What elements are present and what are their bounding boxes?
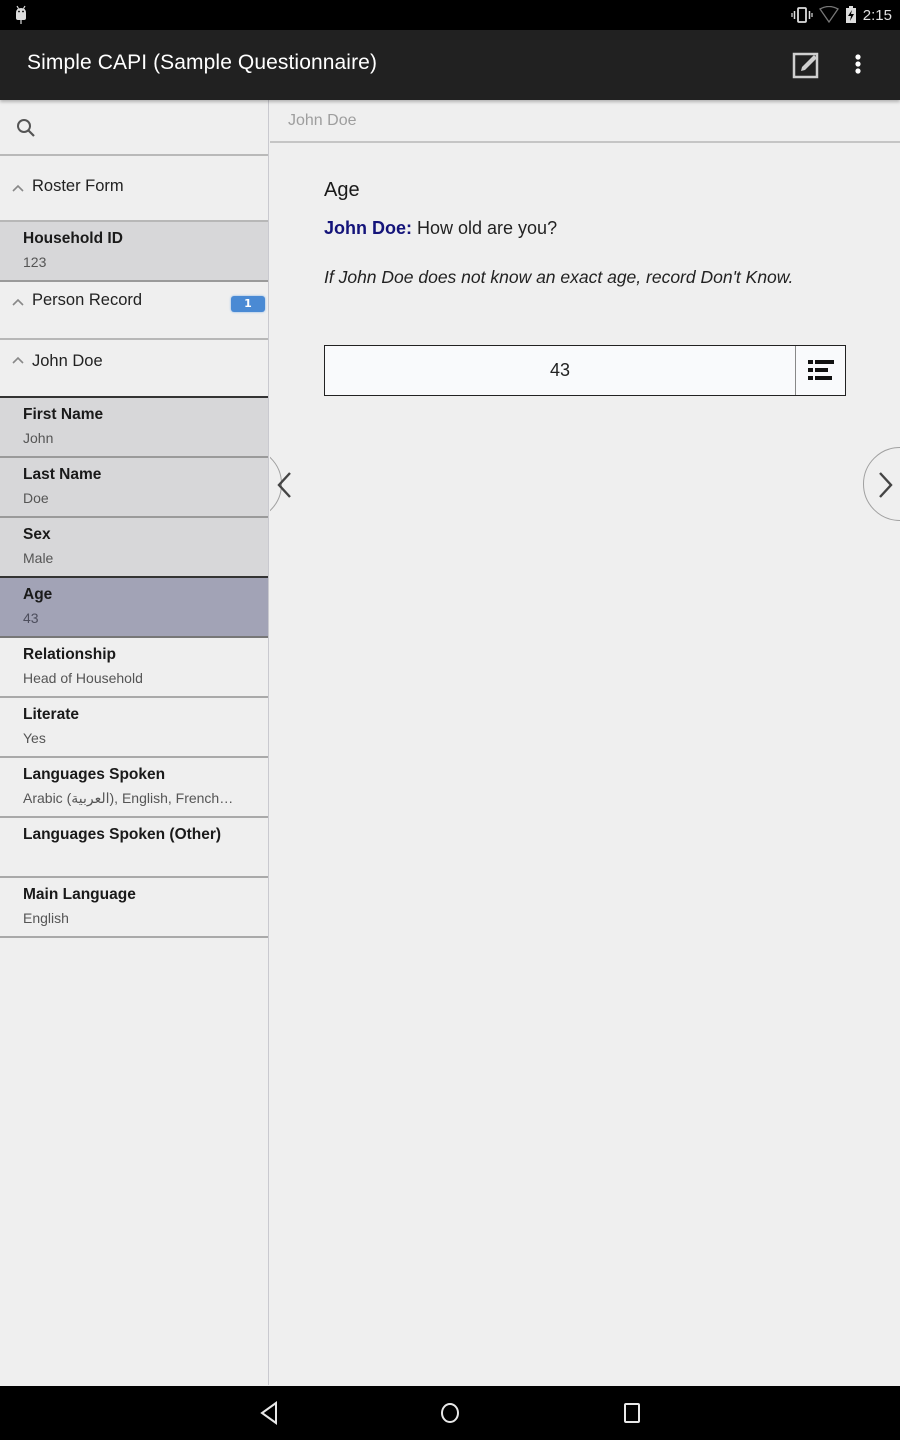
field-item-first-name[interactable]: First Name John — [0, 398, 268, 458]
group-label: John Doe — [32, 352, 103, 370]
app-bar: Simple CAPI (Sample Questionnaire) — [0, 30, 900, 100]
group-label: Person Record — [32, 291, 143, 309]
group-header-roster-form[interactable]: Roster Form — [0, 156, 268, 222]
group-label: Roster Form — [32, 177, 124, 195]
field-label: Household ID — [23, 230, 123, 247]
system-navigation-bar — [0, 1386, 900, 1440]
answer-field — [324, 345, 846, 396]
field-item-age[interactable]: Age 43 — [0, 578, 268, 638]
overflow-menu-icon[interactable] — [848, 49, 868, 81]
question-prompt: How old are you? — [412, 218, 558, 238]
question-text: John Doe: How old are you? — [324, 218, 557, 239]
field-item-main-language[interactable]: Main Language English — [0, 878, 268, 938]
recent-apps-icon[interactable] — [619, 1400, 645, 1426]
field-item-literate[interactable]: Literate Yes — [0, 698, 268, 758]
search-input[interactable] — [48, 110, 258, 146]
vibrate-icon — [791, 7, 813, 23]
clock: 2:15 — [862, 6, 892, 24]
field-item-languages-spoken[interactable]: Languages Spoken Arabic (العربية), Engli… — [0, 758, 268, 818]
chevron-right-icon — [879, 472, 893, 498]
respondent-name: John Doe: — [324, 218, 412, 238]
battery-charging-icon — [845, 6, 856, 23]
field-value: 123 — [23, 254, 47, 270]
chevron-up-icon — [12, 356, 24, 364]
field-label: Relationship — [23, 646, 117, 663]
field-item-languages-spoken-other[interactable]: Languages Spoken (Other) — [0, 818, 268, 878]
field-label: Languages Spoken (Other) — [23, 826, 222, 843]
question-tree-sidebar: Roster Form Household ID 123 Person Reco… — [0, 100, 269, 1385]
search-bar — [0, 100, 268, 156]
group-header-person-record[interactable]: Person Record 1 — [0, 282, 268, 340]
search-icon[interactable] — [15, 117, 37, 139]
field-label: Last Name — [23, 466, 102, 483]
app-title: Simple CAPI (Sample Questionnaire) — [27, 51, 378, 74]
group-header-john-doe[interactable]: John Doe — [0, 340, 268, 398]
question-panel: John Doe Age John Doe: How old are you? … — [270, 100, 900, 1385]
chevron-up-icon — [12, 298, 24, 306]
field-item-last-name[interactable]: Last Name Doe — [0, 458, 268, 518]
field-value: John — [23, 430, 54, 446]
field-value: 43 — [23, 610, 39, 626]
occurrence-count-badge: 1 — [231, 296, 265, 312]
field-label: Literate — [23, 706, 79, 723]
field-value: Male — [23, 550, 54, 566]
wifi-icon — [818, 6, 839, 24]
breadcrumb: John Doe — [270, 100, 900, 143]
edit-icon[interactable] — [790, 49, 822, 81]
breadcrumb-text: John Doe — [288, 112, 357, 129]
field-label: Age — [23, 586, 53, 603]
field-value: Arabic (العربية), English, French… — [23, 790, 234, 806]
field-value: Head of Household — [23, 670, 143, 686]
field-item-household-id[interactable]: Household ID 123 — [0, 222, 268, 282]
field-label: First Name — [23, 406, 104, 423]
next-question-button[interactable] — [850, 440, 900, 530]
android-debug-icon — [16, 5, 26, 24]
field-label: Main Language — [23, 886, 136, 903]
home-icon[interactable] — [437, 1400, 463, 1426]
field-value: Doe — [23, 490, 49, 506]
field-value: English — [23, 910, 69, 926]
status-bar: 2:15 — [0, 0, 900, 30]
field-value: Yes — [23, 730, 46, 746]
field-label: Languages Spoken — [23, 766, 166, 783]
question-title: Age — [324, 179, 360, 201]
age-input[interactable] — [325, 346, 796, 395]
question-help-text: If John Doe does not know an exact age, … — [324, 267, 794, 287]
back-icon[interactable] — [256, 1400, 282, 1426]
field-item-relationship[interactable]: Relationship Head of Household — [0, 638, 268, 698]
field-label: Sex — [23, 526, 51, 543]
chevron-up-icon — [12, 184, 24, 192]
value-set-list-icon[interactable] — [797, 346, 845, 395]
chevron-left-icon — [277, 472, 291, 498]
field-item-sex[interactable]: Sex Male — [0, 518, 268, 578]
previous-question-button[interactable] — [270, 440, 320, 530]
